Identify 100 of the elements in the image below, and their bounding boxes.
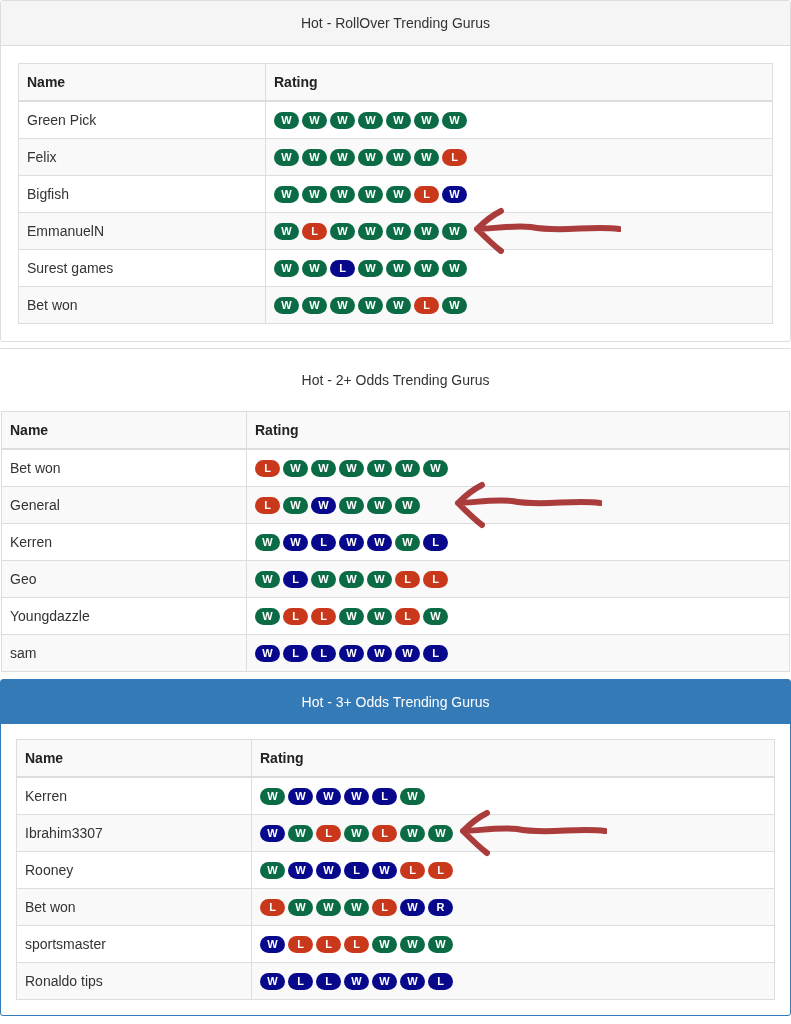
result-badge: W <box>344 972 369 990</box>
result-badge: W <box>260 935 285 953</box>
result-badge: W <box>395 644 420 662</box>
result-badge: W <box>386 259 411 277</box>
result-badge: L <box>283 644 308 662</box>
result-badge: W <box>255 570 280 588</box>
guru-name: Rooney <box>25 862 74 878</box>
result-badge: W <box>367 496 392 514</box>
result-badge: L <box>311 644 336 662</box>
result-badge: W <box>367 644 392 662</box>
guru-name: Ronaldo tips <box>25 973 103 989</box>
guru-name: Bet won <box>25 899 76 915</box>
result-badge: W <box>330 111 355 129</box>
result-badge: W <box>274 185 299 203</box>
column-header: Rating <box>246 411 790 449</box>
result-badge: W <box>358 296 383 314</box>
panel-title: Hot - RollOver Trending Gurus <box>300 15 491 31</box>
result-badge: W <box>288 787 313 805</box>
result-badge: W <box>283 496 308 514</box>
result-badge: L <box>372 787 397 805</box>
result-badge: W <box>367 607 392 625</box>
result-badge: W <box>442 222 467 240</box>
result-badge: L <box>372 898 397 916</box>
guru-name: Kerren <box>10 534 53 550</box>
result-badge: W <box>330 148 355 166</box>
guru-name: Youngdazzle <box>10 608 90 624</box>
result-badge: W <box>344 824 369 842</box>
guru-name: Surest games <box>27 260 114 276</box>
result-badge: W <box>344 898 369 916</box>
result-badge: W <box>274 222 299 240</box>
guru-name: General <box>10 497 60 513</box>
result-badge: W <box>330 222 355 240</box>
guru-name: sam <box>10 645 37 661</box>
result-badge: L <box>316 972 341 990</box>
result-badge: W <box>316 898 341 916</box>
result-badge: L <box>330 259 355 277</box>
result-badge: W <box>302 111 327 129</box>
result-badge: W <box>400 935 425 953</box>
result-badge: L <box>428 972 453 990</box>
result-badge: L <box>255 496 280 514</box>
result-badge: L <box>344 861 369 879</box>
column-header: Rating <box>265 63 773 101</box>
result-badge: L <box>288 935 313 953</box>
result-badge: W <box>414 148 439 166</box>
result-badge: W <box>330 185 355 203</box>
result-badge: L <box>442 148 467 166</box>
result-badge: W <box>442 111 467 129</box>
result-badge: W <box>302 185 327 203</box>
column-header: Name <box>18 63 266 101</box>
column-header: Name <box>1 411 247 449</box>
result-badge: W <box>274 259 299 277</box>
result-badge: W <box>358 111 383 129</box>
panel-title: Hot - 2+ Odds Trending Gurus <box>301 371 490 388</box>
result-badge: W <box>372 861 397 879</box>
result-badge: W <box>260 787 285 805</box>
result-badge: W <box>414 222 439 240</box>
result-badge: L <box>260 898 285 916</box>
result-badge: L <box>302 222 327 240</box>
result-badge: W <box>311 459 336 477</box>
result-badge: W <box>358 259 383 277</box>
result-badge: W <box>339 644 364 662</box>
result-badge: W <box>260 972 285 990</box>
result-badge: W <box>395 533 420 551</box>
guru-name: Ibrahim3307 <box>25 825 103 841</box>
result-badge: L <box>344 935 369 953</box>
result-badge: W <box>414 111 439 129</box>
result-badge: W <box>339 459 364 477</box>
result-badge: W <box>283 459 308 477</box>
result-badge: L <box>372 824 397 842</box>
result-badge: W <box>367 459 392 477</box>
result-badge: W <box>395 459 420 477</box>
result-badge: L <box>400 861 425 879</box>
guru-name: Bet won <box>10 460 61 476</box>
result-badge: W <box>386 111 411 129</box>
result-badge: W <box>302 148 327 166</box>
result-badge: L <box>255 459 280 477</box>
result-badge: W <box>358 185 383 203</box>
result-badge: W <box>400 824 425 842</box>
guru-name: Kerren <box>25 788 68 804</box>
result-badge: W <box>316 861 341 879</box>
result-badge: L <box>311 607 336 625</box>
result-badge: W <box>386 296 411 314</box>
result-badge: W <box>288 898 313 916</box>
result-badge: W <box>255 533 280 551</box>
result-badge: W <box>255 607 280 625</box>
result-badge: L <box>283 570 308 588</box>
result-badge: L <box>288 972 313 990</box>
result-badge: L <box>316 824 341 842</box>
result-badge: L <box>395 570 420 588</box>
result-badge: W <box>358 222 383 240</box>
result-badge: L <box>311 533 336 551</box>
result-badge: W <box>386 222 411 240</box>
panel-title: Hot - 3+ Odds Trending Gurus <box>301 693 490 710</box>
guru-name: Bet won <box>27 297 78 313</box>
result-badge: L <box>414 296 439 314</box>
result-badge: W <box>274 296 299 314</box>
result-badge: W <box>423 459 448 477</box>
guru-name: Bigfish <box>27 186 70 202</box>
result-badge: W <box>302 296 327 314</box>
result-badge: W <box>339 533 364 551</box>
